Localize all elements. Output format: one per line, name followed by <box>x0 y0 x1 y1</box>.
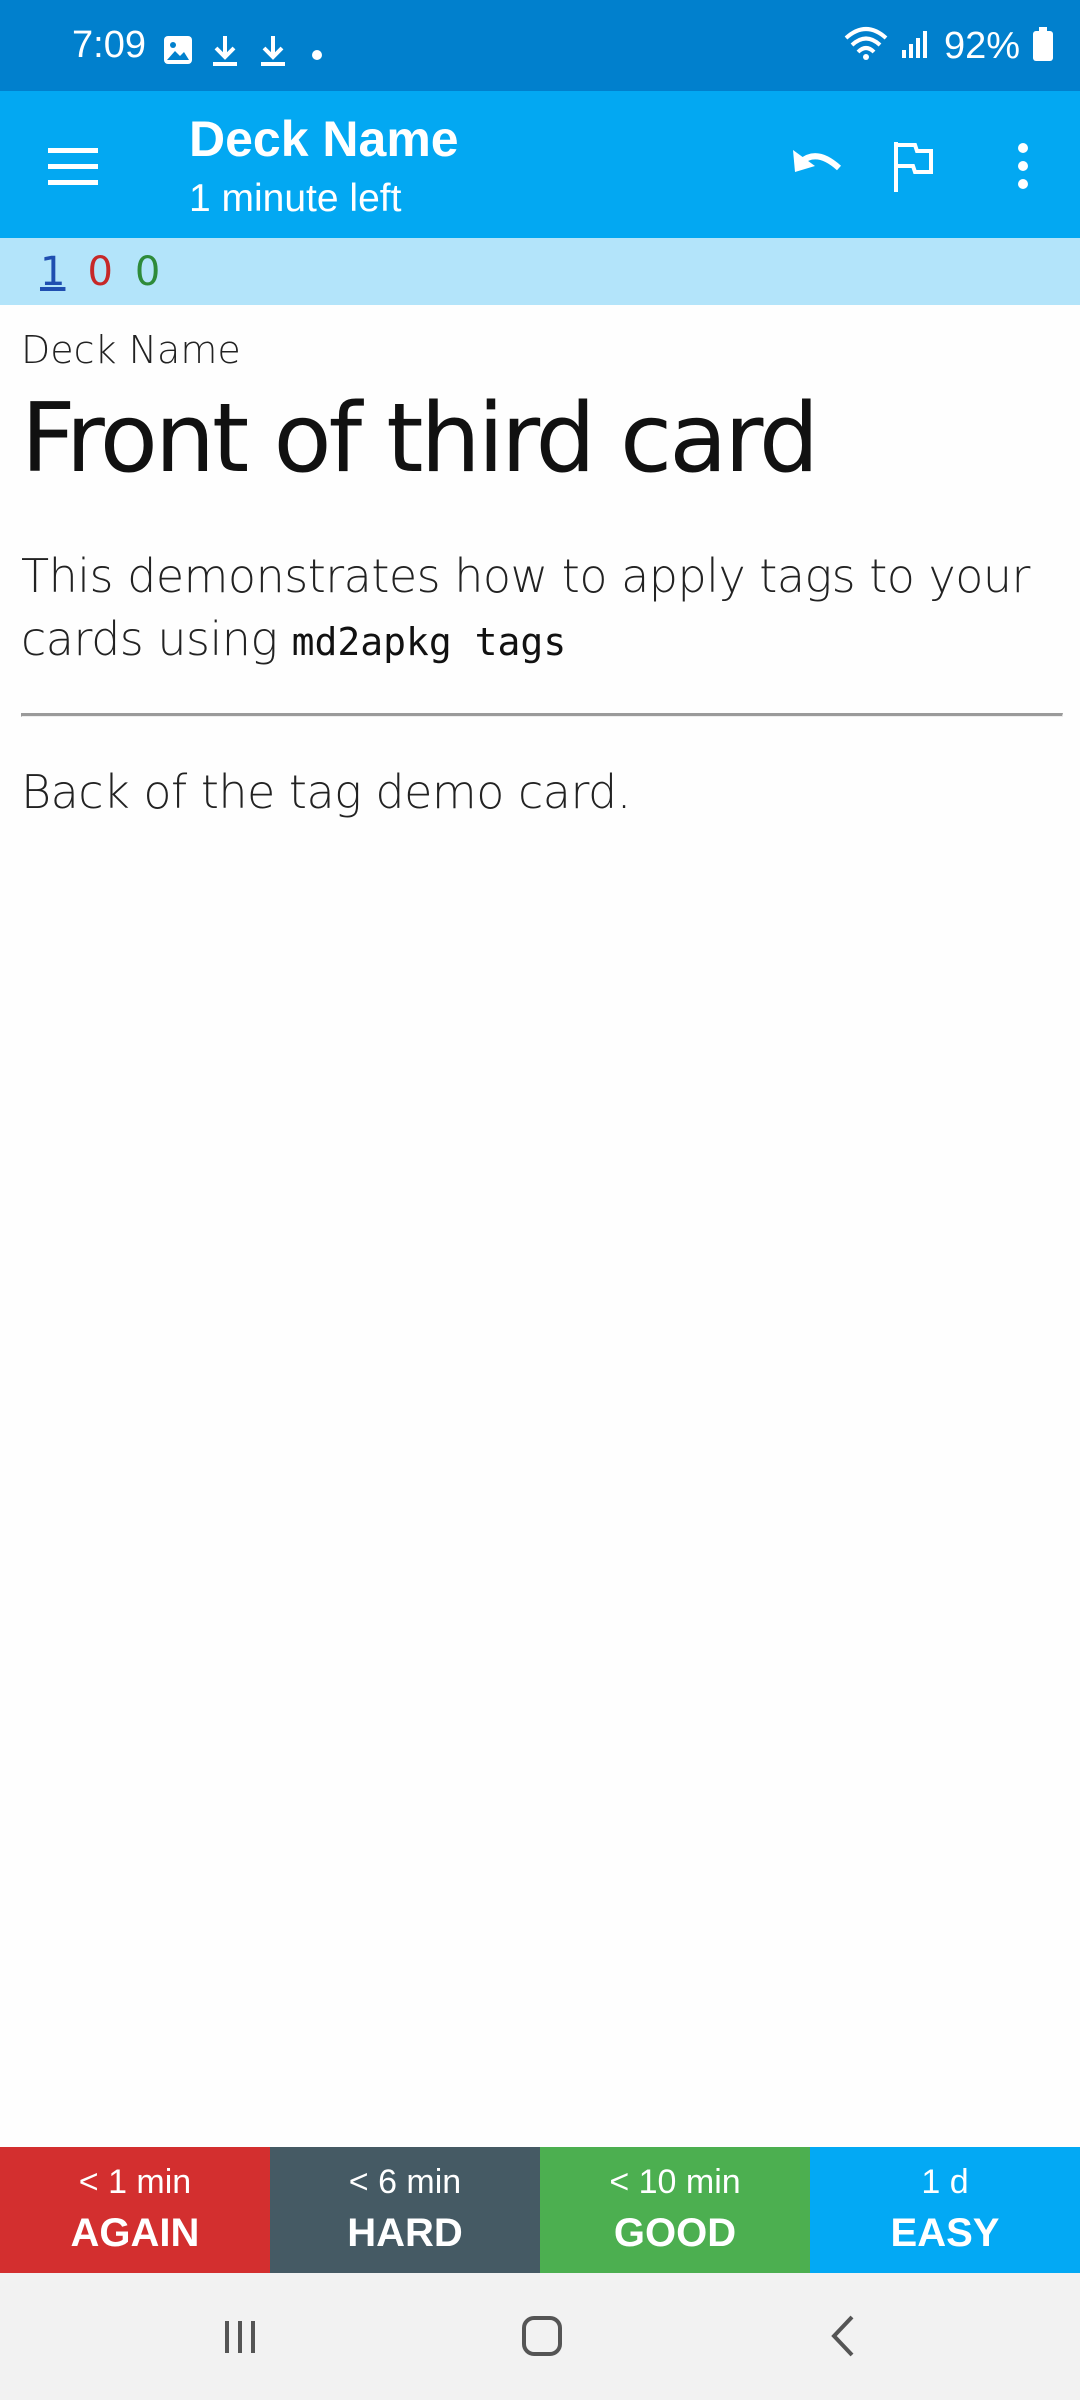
signal-icon <box>900 28 932 65</box>
time-left-subtitle: 1 minute left <box>189 177 402 220</box>
menu-icon <box>48 148 98 185</box>
flag-button[interactable] <box>878 131 948 201</box>
good-label: GOOD <box>613 2211 737 2255</box>
answer-buttons: < 1 min AGAIN < 6 min HARD < 10 min GOOD… <box>0 2147 1080 2273</box>
deck-title: Deck Name <box>189 111 459 167</box>
recent-apps-button[interactable] <box>205 2301 275 2371</box>
battery-icon <box>1032 26 1054 66</box>
again-interval: < 1 min <box>78 2163 192 2201</box>
again-label: AGAIN <box>70 2211 200 2255</box>
recent-apps-icon <box>225 2321 255 2353</box>
card-counts-bar: 1 0 0 <box>0 238 1080 305</box>
learning-count: 0 <box>87 249 113 295</box>
flag-icon <box>894 142 933 192</box>
deck-label: Deck Name <box>21 328 241 372</box>
home-icon <box>522 2316 562 2356</box>
card-front-code: md2apkg tags <box>291 620 567 664</box>
wifi-icon <box>844 26 888 67</box>
more-vert-icon <box>1018 143 1028 189</box>
good-interval: < 10 min <box>609 2163 741 2201</box>
new-count: 1 <box>40 249 66 295</box>
more-options-button[interactable] <box>988 131 1058 201</box>
system-nav-bar <box>0 2273 1080 2400</box>
menu-button[interactable] <box>40 133 106 199</box>
undo-button[interactable] <box>782 131 852 201</box>
answer-divider <box>21 713 1063 717</box>
download-icon <box>210 34 240 73</box>
hard-label: HARD <box>347 2211 463 2255</box>
card-counts: 1 0 0 <box>40 246 160 298</box>
download-icon <box>258 34 288 73</box>
status-time: 7:09 <box>72 24 146 66</box>
back-icon <box>831 2315 854 2357</box>
image-icon <box>162 34 194 71</box>
hard-button[interactable]: < 6 min HARD <box>270 2147 540 2273</box>
undo-icon <box>793 150 842 172</box>
app-bar: Deck Name 1 minute left <box>0 91 1080 238</box>
easy-label: EASY <box>890 2211 1000 2255</box>
again-button[interactable]: < 1 min AGAIN <box>0 2147 270 2273</box>
easy-interval: 1 d <box>921 2163 969 2201</box>
card-back-text: Back of the tag demo card. <box>21 765 631 819</box>
dot-icon <box>312 47 322 65</box>
review-count: 0 <box>134 249 161 295</box>
status-bar: 7:09 92% <box>0 0 1080 91</box>
hard-interval: < 6 min <box>348 2163 462 2201</box>
home-button[interactable] <box>507 2301 577 2371</box>
back-button[interactable] <box>810 2301 880 2371</box>
card-front-title: Front of third card <box>21 384 819 494</box>
easy-button[interactable]: 1 d EASY <box>810 2147 1080 2273</box>
battery-percent: 92% <box>943 25 1020 67</box>
card-front-text: This demonstrates how to apply tags to y… <box>21 545 1061 674</box>
good-button[interactable]: < 10 min GOOD <box>540 2147 810 2273</box>
status-right-group: 92% <box>844 26 1054 66</box>
